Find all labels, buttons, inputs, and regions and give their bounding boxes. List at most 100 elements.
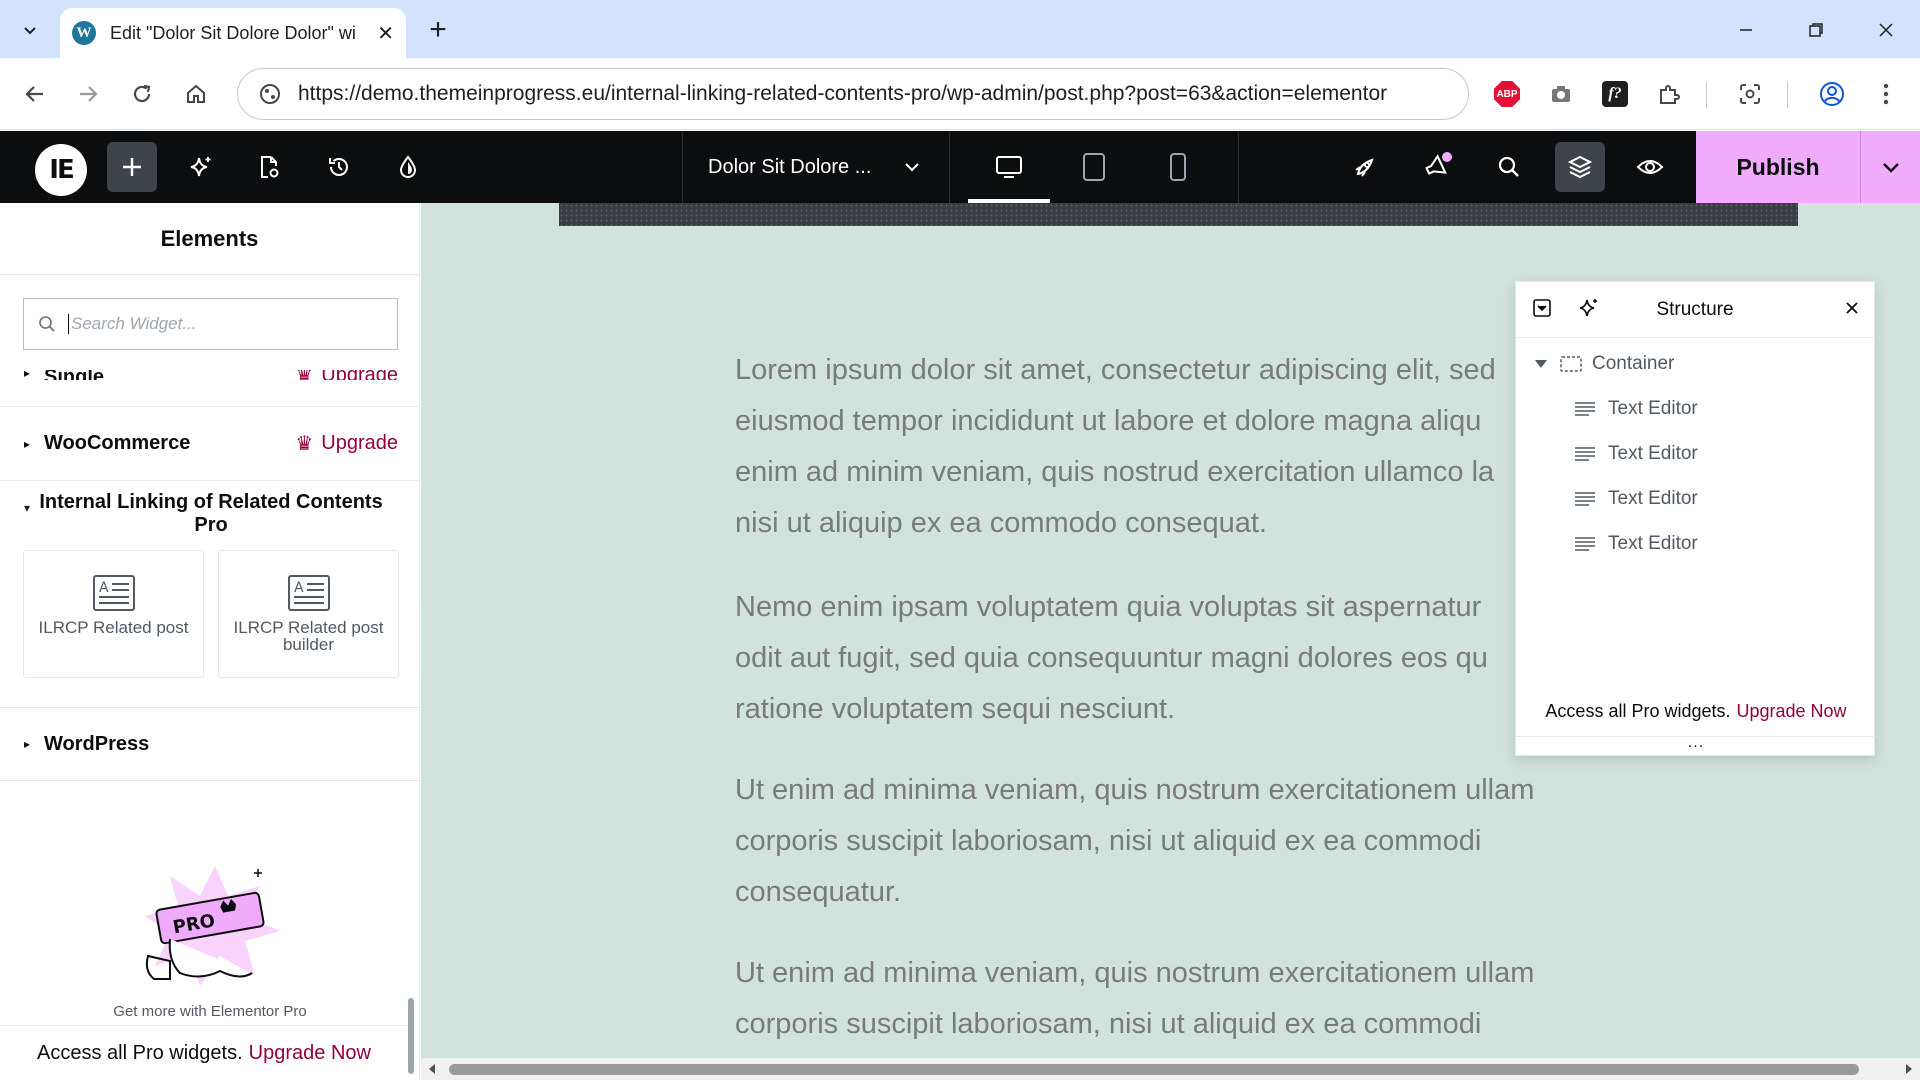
finder-button[interactable]: [1484, 142, 1534, 192]
widget-search-input[interactable]: Search Widget...: [23, 298, 398, 350]
structure-item-text-editor[interactable]: Text Editor: [1516, 521, 1876, 566]
site-settings-button[interactable]: [383, 142, 433, 192]
category-single[interactable]: ▸ Single ♛Upgrade: [0, 351, 419, 407]
page-settings-button[interactable]: [244, 142, 294, 192]
font-extension-button[interactable]: f?: [1597, 76, 1633, 112]
whats-new-button[interactable]: [1412, 142, 1462, 192]
category-wordpress[interactable]: ▸ WordPress: [0, 707, 419, 781]
elements-panel: Elements Search Widget... ▸ Single ♛Upgr…: [0, 203, 420, 1080]
arrow-right-icon: [80, 86, 98, 102]
structure-item-text-editor[interactable]: Text Editor: [1516, 431, 1876, 476]
crown-icon: ♛: [295, 433, 314, 455]
crown-icon: ♛: [295, 370, 313, 380]
structure-header: Structure: [1516, 282, 1874, 338]
container-icon: [1560, 355, 1582, 372]
scrollbar-thumb[interactable]: [449, 1064, 1859, 1075]
preview-button[interactable]: [1625, 142, 1675, 192]
profile-button[interactable]: [1814, 76, 1850, 112]
screenshot-extension-button[interactable]: [1543, 76, 1579, 112]
upgrade-link[interactable]: ♛Upgrade: [295, 370, 398, 380]
tablet-view-button[interactable]: [1053, 131, 1135, 203]
caret-right-icon: ▸: [24, 737, 31, 751]
widget-ilrcp-related-post-builder[interactable]: A ILRCP Related post builder: [218, 550, 399, 678]
font-finder-icon: f?: [1602, 81, 1628, 107]
tab-close-icon[interactable]: ✕: [377, 21, 394, 46]
structure-item-text-editor[interactable]: Text Editor: [1516, 386, 1876, 431]
canvas-horizontal-scrollbar[interactable]: [421, 1058, 1920, 1080]
text-widget-icon: A: [92, 575, 135, 611]
caret-right-icon: ▸: [24, 366, 31, 380]
elementor-logo-icon: IE: [49, 155, 74, 185]
mobile-view-button[interactable]: [1137, 131, 1219, 203]
history-button[interactable]: [314, 142, 364, 192]
panel-scrollbar[interactable]: [408, 998, 414, 1074]
add-element-button[interactable]: [107, 142, 157, 192]
structure-item-container[interactable]: Container: [1516, 341, 1876, 386]
structure-item-label: Text Editor: [1608, 487, 1698, 509]
scroll-left-icon[interactable]: [427, 1063, 437, 1075]
back-button[interactable]: [15, 74, 55, 114]
structure-button[interactable]: [1555, 142, 1605, 192]
structure-item-label: Text Editor: [1608, 532, 1698, 554]
text-widget-icon: A: [287, 575, 330, 611]
tab-title: Edit "Dolor Sit Dolore Dolor" wi: [110, 22, 356, 43]
adblock-extension-button[interactable]: ABP: [1489, 76, 1525, 112]
structure-item-text-editor[interactable]: Text Editor: [1516, 476, 1876, 521]
minimize-window-button[interactable]: [1716, 10, 1776, 50]
mobile-icon: [1170, 153, 1186, 181]
browser-menu-button[interactable]: [1868, 76, 1904, 112]
scroll-right-icon[interactable]: [1904, 1063, 1914, 1075]
google-lens-button[interactable]: [1732, 76, 1768, 112]
restore-icon: [1809, 23, 1823, 37]
elementor-logo-button[interactable]: IE: [35, 144, 87, 196]
publish-options-button[interactable]: [1860, 131, 1920, 203]
address-bar[interactable]: https://demo.themeinprogress.eu/internal…: [237, 68, 1469, 120]
extensions-button[interactable]: [1651, 76, 1687, 112]
reload-button[interactable]: [122, 74, 162, 114]
ai-button[interactable]: [176, 142, 226, 192]
browser-tab-active[interactable]: W Edit "Dolor Sit Dolore Dolor" wi ✕: [60, 8, 406, 58]
upgrade-now-link[interactable]: Upgrade Now: [1737, 701, 1847, 722]
home-icon: [187, 84, 205, 103]
elementor-top-bar: IE Dolor Sit Dolore ... Publish: [0, 131, 1920, 203]
new-tab-button[interactable]: +: [420, 12, 456, 48]
resize-grip[interactable]: ...: [1516, 735, 1876, 757]
toolbar-divider: [1238, 131, 1239, 203]
site-info-icon[interactable]: [256, 80, 284, 108]
sparkle-icon: [190, 157, 211, 177]
publish-button[interactable]: Publish: [1696, 131, 1860, 203]
promo-text: Get more with Elementor Pro: [113, 1003, 307, 1020]
close-structure-button[interactable]: [1844, 300, 1860, 321]
wordpress-icon: W: [72, 21, 96, 45]
text-editor-paragraph[interactable]: Ut enim ad minima veniam, quis nostrum e…: [735, 948, 1635, 1050]
text-editor-paragraph[interactable]: Nemo enim ipsam voluptatem quia voluptas…: [735, 582, 1635, 735]
close-icon: [1846, 302, 1858, 314]
svg-text:A: A: [294, 580, 304, 596]
tab-search-button[interactable]: [12, 12, 48, 48]
text-editor-paragraph[interactable]: Lorem ipsum dolor sit amet, consectetur …: [735, 345, 1635, 549]
forward-button[interactable]: [68, 74, 108, 114]
footer-text: Access all Pro widgets.: [37, 1041, 243, 1064]
search-icon: [39, 316, 55, 332]
caret-right-icon: ▸: [24, 436, 31, 451]
desktop-view-button[interactable]: [968, 131, 1050, 203]
restore-window-button[interactable]: [1786, 10, 1846, 50]
lens-icon: [1740, 84, 1760, 104]
svg-text:A: A: [99, 580, 109, 596]
panel-title: Elements: [0, 203, 419, 275]
upgrade-link[interactable]: ♛Upgrade: [295, 431, 398, 456]
launch-button[interactable]: [1340, 142, 1390, 192]
pro-promo-illustration: PRO: [145, 866, 280, 986]
upgrade-now-link[interactable]: Upgrade Now: [249, 1042, 371, 1065]
home-button[interactable]: [176, 74, 216, 114]
category-woocommerce[interactable]: ▸ WooCommerce ♛ Upgrade: [0, 407, 419, 481]
close-window-button[interactable]: [1856, 10, 1916, 50]
panel-footer: Access all Pro widgets. Upgrade Now: [0, 1025, 408, 1080]
category-name: WordPress: [44, 732, 150, 755]
search-placeholder: Search Widget...: [68, 314, 197, 334]
document-title-dropdown[interactable]: Dolor Sit Dolore ...: [682, 131, 950, 203]
text-editor-paragraph[interactable]: Ut enim ad minima veniam, quis nostrum e…: [735, 765, 1635, 918]
close-icon: [1879, 23, 1893, 37]
category-internal-linking[interactable]: ▾ Internal Linking of Related Contents P…: [24, 491, 404, 537]
widget-ilrcp-related-post[interactable]: A ILRCP Related post: [23, 550, 204, 678]
